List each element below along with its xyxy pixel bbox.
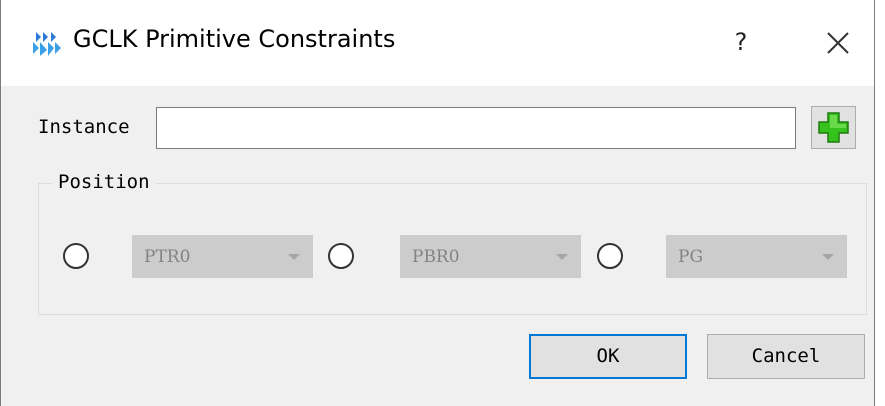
ok-button[interactable]: OK xyxy=(529,334,687,379)
plus-icon xyxy=(818,112,849,143)
gclk-constraints-dialog: GCLK Primitive Constraints ? Instance Po… xyxy=(0,0,875,406)
ptr0-combo[interactable]: PTR0 xyxy=(132,235,313,278)
pg-combo-value: PG xyxy=(678,247,704,267)
chevron-down-icon xyxy=(288,254,300,260)
position-radio-pbr0[interactable] xyxy=(328,243,354,269)
instance-label: Instance xyxy=(38,116,130,138)
cancel-button[interactable]: Cancel xyxy=(707,334,865,379)
close-icon[interactable] xyxy=(821,26,855,60)
pbr0-combo[interactable]: PBR0 xyxy=(400,235,581,278)
position-radio-pg[interactable] xyxy=(597,243,623,269)
dialog-title: GCLK Primitive Constraints xyxy=(73,25,396,53)
help-button[interactable]: ? xyxy=(719,22,763,62)
instance-input[interactable] xyxy=(156,107,796,149)
position-radio-ptr0[interactable] xyxy=(63,243,89,269)
title-bar[interactable]: GCLK Primitive Constraints ? xyxy=(1,0,874,86)
position-group-title: Position xyxy=(52,171,156,193)
pg-combo[interactable]: PG xyxy=(666,235,847,278)
chevron-down-icon xyxy=(556,254,568,260)
ptr0-combo-value: PTR0 xyxy=(144,247,191,267)
chevron-down-icon xyxy=(822,254,834,260)
add-instance-button[interactable] xyxy=(811,106,856,149)
gowin-logo-icon xyxy=(33,32,61,56)
pbr0-combo-value: PBR0 xyxy=(412,247,460,267)
